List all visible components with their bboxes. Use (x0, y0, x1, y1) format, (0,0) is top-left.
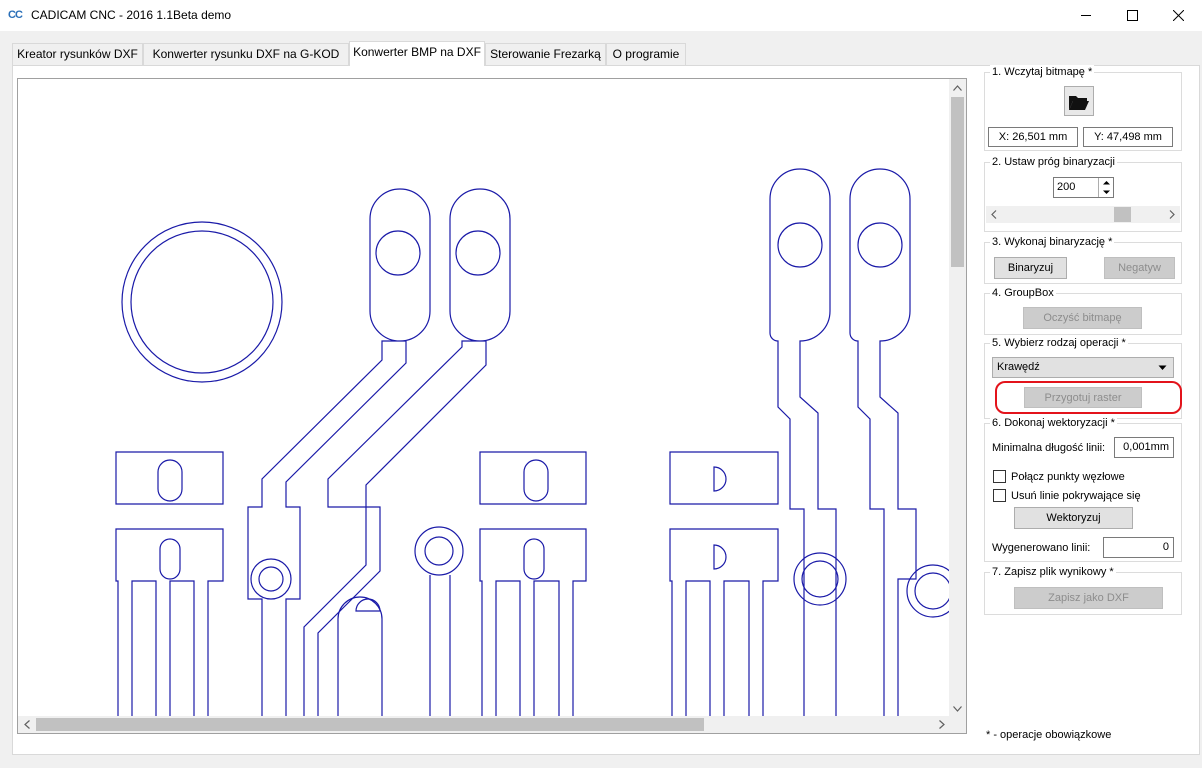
right-pad-2-hole (857, 222, 903, 268)
right-pad-1 (769, 168, 837, 717)
min-length-input[interactable]: 0,001mm (1114, 437, 1174, 458)
tab-machine-control[interactable]: Sterowanie Frezarką (485, 43, 606, 65)
threshold-value: 200 (1057, 181, 1076, 193)
generated-lines-label: Wygenerowano linii: (992, 542, 1091, 554)
chevron-left-icon[interactable] (986, 206, 1003, 223)
component-6-hole (713, 544, 727, 570)
group-operation-title: 5. Wybierz rodzaj operacji * (990, 336, 1128, 350)
right-via-2-hole (914, 572, 950, 610)
min-length-label: Minimalna długość linii: (992, 442, 1106, 454)
remove-overlap-label: Usuń linie pokrywające się (1011, 490, 1141, 502)
pad-trace-1 (247, 188, 431, 717)
tab-bmp-to-dxf[interactable]: Konwerter BMP na DXF (349, 41, 485, 66)
vectorize-button[interactable]: Wektoryzuj (1014, 507, 1133, 529)
group-vectorize-title: 6. Dokonaj wektoryzacji * (990, 416, 1117, 430)
group-threshold-title: 2. Ustaw próg binaryzacji (990, 155, 1117, 169)
open-bitmap-button[interactable] (1064, 86, 1094, 116)
component-1-hole (157, 459, 183, 502)
folder-open-icon (1069, 96, 1089, 110)
component-6 (669, 528, 779, 717)
chevron-right-icon[interactable] (1163, 206, 1180, 223)
title-bar: CC CADICAM CNC - 2016 1.1Beta demo (0, 0, 1202, 31)
horizontal-scroll-thumb[interactable] (36, 718, 704, 731)
tab-about[interactable]: O programie (606, 43, 686, 65)
mandatory-footnote: * - operacje obowiązkowe (986, 729, 1112, 741)
spin-up-icon[interactable] (1099, 178, 1114, 187)
tab-strip: Kreator rysunków DXF Konwerter rysunku D… (12, 41, 702, 66)
via-1-hole (258, 566, 284, 592)
vertical-scrollbar[interactable] (949, 79, 966, 717)
horizontal-scrollbar[interactable] (18, 716, 950, 733)
via-2 (414, 526, 464, 576)
chevron-up-icon (953, 84, 962, 91)
component-4 (479, 528, 587, 717)
group-clear-title: 4. GroupBox (990, 286, 1056, 300)
chevron-down-icon (953, 705, 962, 712)
group-binarize-title: 3. Wykonaj binaryzację * (990, 235, 1115, 249)
scroll-corner (949, 716, 966, 733)
chevron-down-icon (1158, 365, 1167, 370)
component-2-hole (159, 538, 181, 580)
operation-select[interactable]: Krawędź (992, 357, 1174, 378)
right-via-2 (906, 564, 950, 618)
chevron-right-icon (938, 720, 945, 729)
via-2-hole (424, 536, 454, 566)
pcb-outline-drawing (115, 168, 950, 717)
scroll-right-button[interactable] (933, 716, 950, 733)
red-highlight-annotation (995, 381, 1182, 414)
via-2-lead (429, 575, 451, 717)
join-nodes-label: Połącz punkty węzłowe (1011, 471, 1125, 483)
window-title: CADICAM CNC - 2016 1.1Beta demo (31, 8, 232, 22)
scroll-down-button[interactable] (949, 700, 966, 717)
vertical-scroll-thumb[interactable] (951, 97, 964, 267)
lead-pad-left (337, 596, 383, 717)
ring-outer (121, 221, 283, 383)
x-coordinate-readout: X: 26,501 mm (988, 127, 1078, 147)
right-via-1-hole (801, 560, 839, 598)
right-pad-1-hole (777, 222, 823, 268)
group-save-title: 7. Zapisz plik wynikowy * (990, 565, 1116, 579)
binarize-button[interactable]: Binaryzuj (994, 257, 1067, 279)
threshold-slider[interactable] (986, 206, 1180, 223)
pad-hole-2 (455, 230, 501, 276)
pad-trace-2 (303, 188, 511, 717)
save-dxf-button[interactable]: Zapisz jako DXF (1014, 587, 1163, 609)
threshold-slider-thumb[interactable] (1113, 207, 1131, 222)
y-coordinate-readout: Y: 47,498 mm (1083, 127, 1173, 147)
operation-selected-value: Krawędź (997, 361, 1040, 373)
clear-bitmap-button[interactable]: Oczyść bitmapę (1023, 307, 1142, 329)
app-icon: CC (8, 9, 23, 21)
close-icon (1172, 10, 1184, 21)
component-3-hole (523, 459, 549, 502)
component-5-hole (713, 466, 727, 492)
scroll-left-button[interactable] (18, 716, 35, 733)
tab-dxf-to-gcode[interactable]: Konwerter rysunku DXF na G-KOD (143, 43, 349, 65)
maximize-button[interactable] (1109, 0, 1155, 31)
maximize-icon (1126, 10, 1138, 21)
threshold-spinbox[interactable]: 200 (1053, 177, 1114, 198)
remove-overlap-checkbox[interactable] (993, 489, 1006, 502)
drawing-canvas[interactable] (17, 78, 967, 734)
component-4-hole (523, 538, 545, 580)
minimize-button[interactable] (1063, 0, 1109, 31)
minimize-icon (1080, 15, 1091, 16)
scroll-up-button[interactable] (949, 79, 966, 96)
component-5 (669, 451, 779, 505)
join-nodes-checkbox[interactable] (993, 470, 1006, 483)
threshold-spin-buttons[interactable] (1098, 178, 1113, 197)
component-2 (115, 528, 224, 717)
ring-inner (130, 230, 274, 374)
close-button[interactable] (1155, 0, 1201, 31)
group-load-title: 1. Wczytaj bitmapę * (990, 65, 1095, 79)
generated-lines-value: 0 (1103, 537, 1174, 558)
right-pad-2 (849, 168, 917, 717)
spin-down-icon[interactable] (1099, 188, 1114, 197)
chevron-left-icon (23, 720, 30, 729)
via-1 (250, 558, 292, 600)
pad-hole-1 (375, 230, 421, 276)
tab-dxf-creator[interactable]: Kreator rysunków DXF (12, 43, 143, 65)
negative-button[interactable]: Negatyw (1104, 257, 1175, 279)
